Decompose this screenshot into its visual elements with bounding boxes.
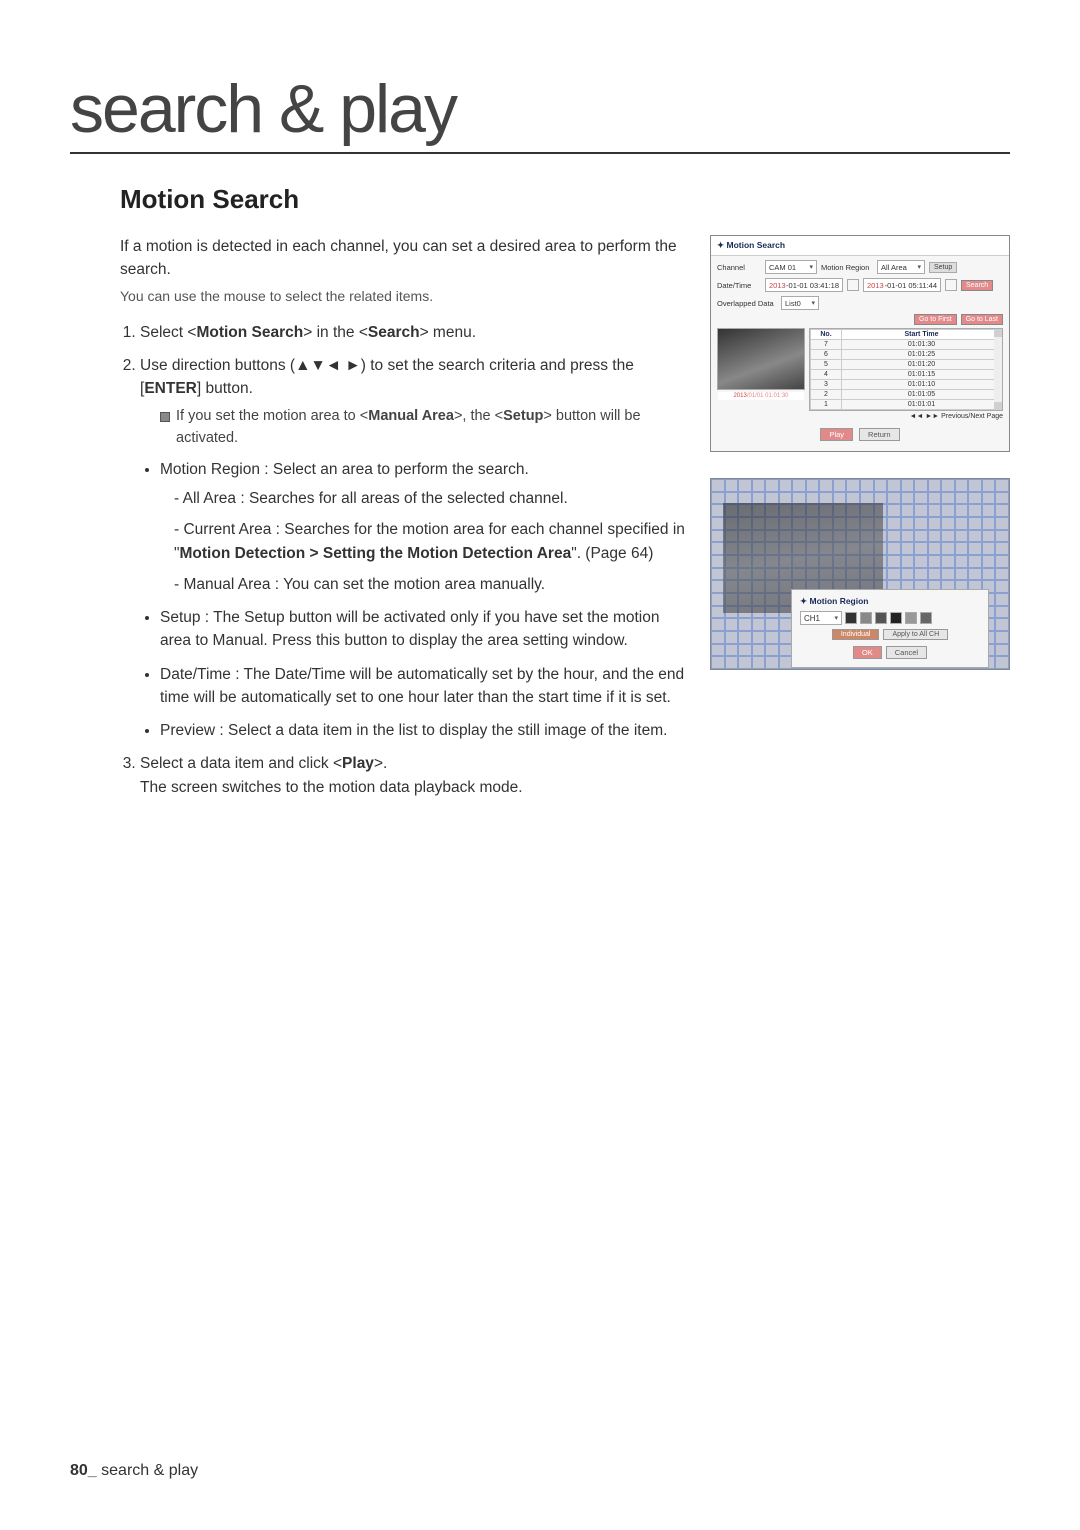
color-swatch[interactable] (920, 612, 932, 624)
intro-sub-text: You can use the mouse to select the rela… (120, 286, 690, 307)
col-start-time: Start Time (842, 330, 1002, 340)
chevron-down-icon: ▾ (917, 263, 921, 271)
return-button[interactable]: Return (859, 428, 900, 441)
col-no: No. (811, 330, 842, 340)
color-swatch[interactable] (860, 612, 872, 624)
start-datetime-field[interactable]: 2013-01-01 03:41:18 (765, 278, 843, 292)
dash-all-area: All Area : Searches for all areas of the… (174, 487, 690, 510)
step-2-note: If you set the motion area to <Manual Ar… (160, 406, 690, 450)
chevron-down-icon: ▾ (811, 299, 815, 307)
color-swatch[interactable] (890, 612, 902, 624)
bullet-preview: Preview : Select a data item in the list… (160, 719, 690, 742)
table-row[interactable]: 701:01:30 (811, 340, 1002, 350)
table-row[interactable]: 501:01:20 (811, 360, 1002, 370)
start-spinner[interactable] (847, 279, 859, 291)
motion-region-select[interactable]: All Area▾ (877, 260, 925, 274)
motion-region-title: Motion Region (809, 596, 868, 606)
ok-button[interactable]: OK (853, 646, 882, 659)
bullet-motion-region: Motion Region : Select an area to perfor… (160, 458, 690, 596)
dialog-title: ✦ Motion Search (711, 236, 1009, 256)
table-row[interactable]: 301:01:10 (811, 380, 1002, 390)
intro-text: If a motion is detected in each channel,… (120, 235, 690, 282)
section-title: Motion Search (120, 184, 1010, 215)
dash-current-area: Current Area : Searches for the motion a… (174, 518, 690, 565)
chevron-down-icon: ▾ (809, 263, 813, 271)
figure-motion-search-dialog: ✦ Motion Search Channel CAM 01▾ Motion R… (710, 235, 1010, 452)
channel-label: Channel (717, 263, 761, 272)
setup-button[interactable]: Setup (929, 262, 957, 273)
datetime-label: Date/Time (717, 281, 761, 290)
color-swatch[interactable] (905, 612, 917, 624)
results-table: No. Start Time 701:01:30 601:01:25 501:0… (810, 329, 1002, 410)
goto-first-button[interactable]: Go to First (914, 314, 957, 325)
chevron-down-icon: ▾ (834, 614, 838, 622)
motion-region-dialog: ✦ Motion Region CH1▾ Individual Apply to… (791, 589, 989, 668)
step-1: Select <Motion Search> in the <Search> m… (140, 321, 690, 344)
search-button[interactable]: Search (961, 280, 993, 291)
dash-manual-area: Manual Area : You can set the motion are… (174, 573, 690, 596)
color-swatch[interactable] (845, 612, 857, 624)
apply-all-button[interactable]: Apply to All CH (883, 629, 948, 640)
table-row[interactable]: 101:01:01 (811, 400, 1002, 410)
end-spinner[interactable] (945, 279, 957, 291)
results-table-container: No. Start Time 701:01:30 601:01:25 501:0… (809, 328, 1003, 411)
overlapped-data-select[interactable]: List0▾ (781, 296, 819, 310)
main-text-column: If a motion is detected in each channel,… (120, 235, 690, 809)
step-2: Use direction buttons (▲▼◄ ►) to set the… (140, 354, 690, 743)
scrollbar[interactable] (994, 329, 1002, 410)
bullet-setup: Setup : The Setup button will be activat… (160, 606, 690, 653)
table-row[interactable]: 601:01:25 (811, 350, 1002, 360)
channel-select[interactable]: CAM 01▾ (765, 260, 817, 274)
scroll-down-icon[interactable] (994, 402, 1002, 410)
preview-thumbnail: 2013/01/01 01:01:30 (717, 328, 805, 390)
color-swatch[interactable] (875, 612, 887, 624)
motion-region-label: Motion Region (821, 263, 873, 272)
page-footer: 80_ search & play (70, 1462, 198, 1480)
page-number: 80_ (70, 1462, 97, 1479)
channel-select[interactable]: CH1▾ (800, 611, 842, 625)
end-datetime-field[interactable]: 2013-01-01 05:11:44 (863, 278, 941, 292)
individual-button[interactable]: Individual (832, 629, 880, 640)
table-row[interactable]: 201:01:05 (811, 390, 1002, 400)
bullet-datetime: Date/Time : The Date/Time will be automa… (160, 663, 690, 710)
step-3: Select a data item and click <Play>. The… (140, 752, 690, 799)
chapter-title: search & play (70, 70, 1010, 154)
cancel-button[interactable]: Cancel (886, 646, 927, 659)
preview-timestamp: 2013/01/01 01:01:30 (718, 392, 804, 400)
goto-last-button[interactable]: Go to Last (961, 314, 1003, 325)
prev-next-hint: ◄◄ ►► Previous/Next Page (717, 413, 1003, 420)
note-icon (160, 412, 170, 422)
figure-motion-region-grid: ✦ Motion Region CH1▾ Individual Apply to… (710, 478, 1010, 670)
play-button[interactable]: Play (820, 428, 853, 441)
overlapped-data-label: Overlapped Data (717, 299, 777, 308)
table-row[interactable]: 401:01:15 (811, 370, 1002, 380)
scroll-up-icon[interactable] (994, 329, 1002, 337)
